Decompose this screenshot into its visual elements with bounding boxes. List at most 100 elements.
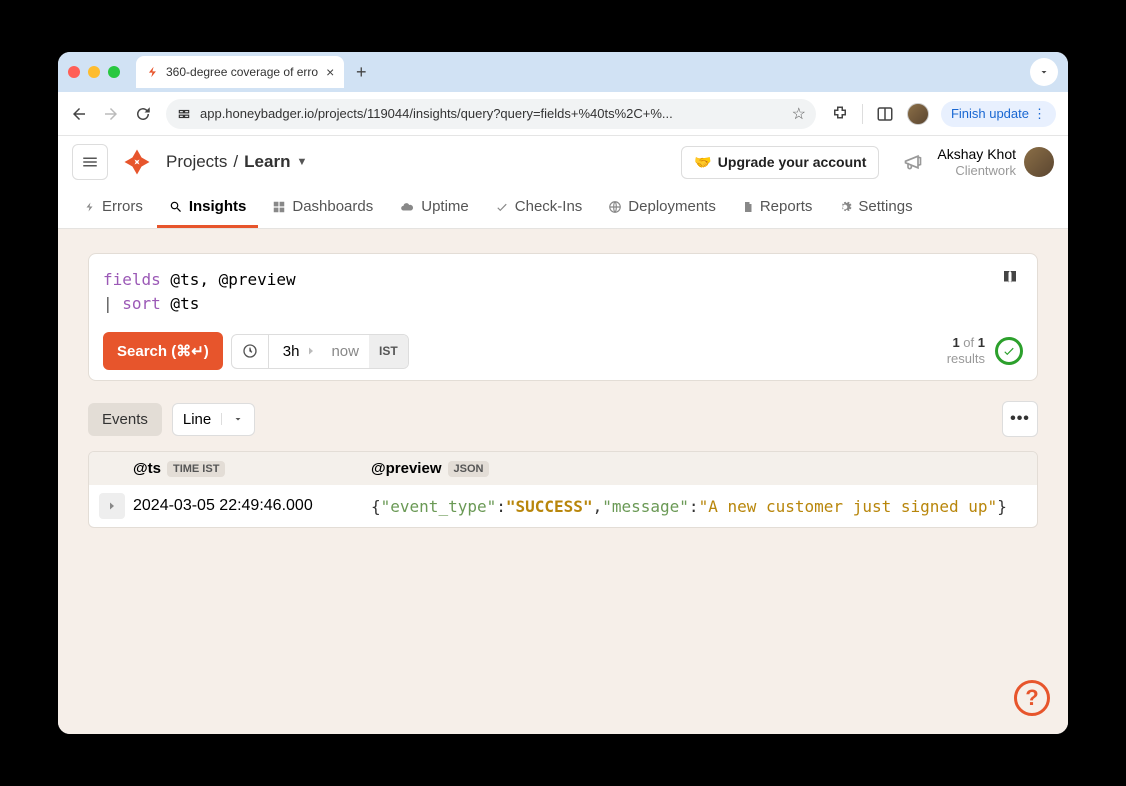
chevron-down-icon xyxy=(221,413,244,425)
bookmark-star-icon[interactable]: ☆ xyxy=(792,104,806,124)
cell-preview: {"event_type":"SUCCESS","message":"A new… xyxy=(371,497,1027,516)
cloud-icon xyxy=(399,200,415,214)
url-text: app.honeybadger.io/projects/119044/insig… xyxy=(200,106,784,121)
help-button[interactable]: ? xyxy=(1014,680,1050,716)
query-status-success-icon xyxy=(995,337,1023,365)
announcements-icon[interactable] xyxy=(903,152,923,172)
expand-row-button[interactable] xyxy=(99,493,125,519)
check-icon xyxy=(495,200,509,214)
timezone-badge[interactable]: IST xyxy=(369,335,408,368)
breadcrumb-projects[interactable]: Projects xyxy=(166,152,227,172)
tabs-dropdown-button[interactable] xyxy=(1030,58,1058,86)
breadcrumb-project-name[interactable]: Learn xyxy=(244,152,290,172)
nav-tabs: Errors Insights Dashboards xyxy=(58,188,1068,228)
breadcrumb-separator: / xyxy=(233,152,238,172)
back-button[interactable] xyxy=(70,105,88,123)
browser-toolbar: app.honeybadger.io/projects/119044/insig… xyxy=(58,92,1068,136)
new-tab-button[interactable]: + xyxy=(350,61,372,83)
breadcrumb: Projects / Learn ▼ xyxy=(166,152,307,172)
forward-button[interactable] xyxy=(102,105,120,123)
column-header-preview[interactable]: @preview JSON xyxy=(371,460,1027,477)
extensions-icon[interactable] xyxy=(830,104,850,124)
user-display-name: Akshay Khot xyxy=(937,146,1016,163)
column-preview-type-badge: JSON xyxy=(448,461,490,477)
events-tab[interactable]: Events xyxy=(88,403,162,436)
search-button[interactable]: Search (⌘↵) xyxy=(103,332,223,370)
nav-label: Deployments xyxy=(628,198,716,215)
clock-icon[interactable] xyxy=(232,335,269,368)
browser-tab[interactable]: 360-degree coverage of erro × xyxy=(136,56,344,88)
cell-timestamp: 2024-03-05 22:49:46.000 xyxy=(133,497,363,515)
query-editor[interactable]: fields @ts, @preview | sort @ts xyxy=(103,268,1023,316)
upgrade-account-button[interactable]: 🤝 Upgrade your account xyxy=(681,146,879,179)
nav-tab-checkins[interactable]: Check-Ins xyxy=(483,188,595,228)
sidepanel-icon[interactable] xyxy=(875,104,895,124)
query-text: @ts, @preview xyxy=(161,270,296,289)
gear-icon xyxy=(838,200,852,214)
nav-tab-insights[interactable]: Insights xyxy=(157,188,259,228)
user-avatar-icon xyxy=(1024,147,1054,177)
query-keyword-fields: fields xyxy=(103,270,161,289)
close-window-button[interactable] xyxy=(68,66,80,78)
time-to-value[interactable]: now xyxy=(321,335,369,368)
url-bar[interactable]: app.honeybadger.io/projects/119044/insig… xyxy=(166,99,816,129)
maximize-window-button[interactable] xyxy=(108,66,120,78)
results-info: 1 of 1 results xyxy=(947,335,1023,366)
nav-tab-errors[interactable]: Errors xyxy=(72,188,155,228)
nav-tab-deployments[interactable]: Deployments xyxy=(596,188,728,228)
finish-update-label: Finish update xyxy=(951,106,1029,121)
events-toolbar: Events Line ••• xyxy=(88,401,1038,437)
browser-window: 360-degree coverage of erro × + app.hone… xyxy=(58,52,1068,734)
nav-label: Settings xyxy=(858,198,912,215)
app-header-top: Projects / Learn ▼ 🤝 Upgrade your accoun… xyxy=(58,136,1068,188)
column-ts-label: @ts xyxy=(133,460,161,477)
nav-tab-dashboards[interactable]: Dashboards xyxy=(260,188,385,228)
honeybadger-logo-icon[interactable] xyxy=(122,147,152,177)
results-total-count: 1 xyxy=(978,335,985,350)
column-ts-type-badge: TIME IST xyxy=(167,461,225,477)
column-header-ts[interactable]: @ts TIME IST xyxy=(133,460,363,477)
nav-tab-settings[interactable]: Settings xyxy=(826,188,924,228)
results-of: of xyxy=(960,335,978,350)
favicon-icon xyxy=(146,65,160,79)
user-names: Akshay Khot Clientwork xyxy=(937,146,1016,178)
results-current-count: 1 xyxy=(952,335,959,350)
query-docs-icon[interactable] xyxy=(1001,268,1019,286)
close-tab-button[interactable]: × xyxy=(326,64,334,80)
finish-update-button[interactable]: Finish update ⋮ xyxy=(941,101,1056,127)
browser-tabbar: 360-degree coverage of erro × + xyxy=(58,52,1068,92)
nav-tab-uptime[interactable]: Uptime xyxy=(387,188,481,228)
time-from-value[interactable]: 3h xyxy=(269,335,302,368)
profile-avatar-icon[interactable] xyxy=(907,103,929,125)
table-header: @ts TIME IST @preview JSON xyxy=(89,452,1037,485)
hamburger-menu-button[interactable] xyxy=(72,144,108,180)
nav-label: Insights xyxy=(189,198,247,215)
query-pipe: | xyxy=(103,294,122,313)
time-range-picker[interactable]: 3h now IST xyxy=(231,334,409,369)
nav-label: Dashboards xyxy=(292,198,373,215)
results-table: @ts TIME IST @preview JSON 2024-03-05 22… xyxy=(88,451,1038,528)
search-row: Search (⌘↵) 3h now IST xyxy=(103,332,1023,370)
minimize-window-button[interactable] xyxy=(88,66,100,78)
window-controls xyxy=(68,66,120,78)
visualization-type-select[interactable]: Line xyxy=(172,403,255,436)
search-icon xyxy=(169,200,183,214)
user-menu[interactable]: Akshay Khot Clientwork xyxy=(937,146,1054,178)
nav-label: Check-Ins xyxy=(515,198,583,215)
toolbar-right: Finish update ⋮ xyxy=(830,101,1056,127)
user-org-name: Clientwork xyxy=(955,163,1016,179)
results-label: results xyxy=(947,351,985,367)
globe-icon xyxy=(608,200,622,214)
search-button-label: Search (⌘↵) xyxy=(117,342,209,360)
nav-label: Uptime xyxy=(421,198,469,215)
query-card: fields @ts, @preview | sort @ts Search (… xyxy=(88,253,1038,381)
site-settings-icon[interactable] xyxy=(176,106,192,122)
nav-tab-reports[interactable]: Reports xyxy=(730,188,825,228)
tab-title: 360-degree coverage of erro xyxy=(166,65,318,79)
content-area: fields @ts, @preview | sort @ts Search (… xyxy=(58,229,1068,734)
more-actions-button[interactable]: ••• xyxy=(1002,401,1038,437)
grid-icon xyxy=(272,200,286,214)
reload-button[interactable] xyxy=(134,105,152,123)
project-dropdown-icon[interactable]: ▼ xyxy=(296,156,307,168)
nav-label: Reports xyxy=(760,198,813,215)
